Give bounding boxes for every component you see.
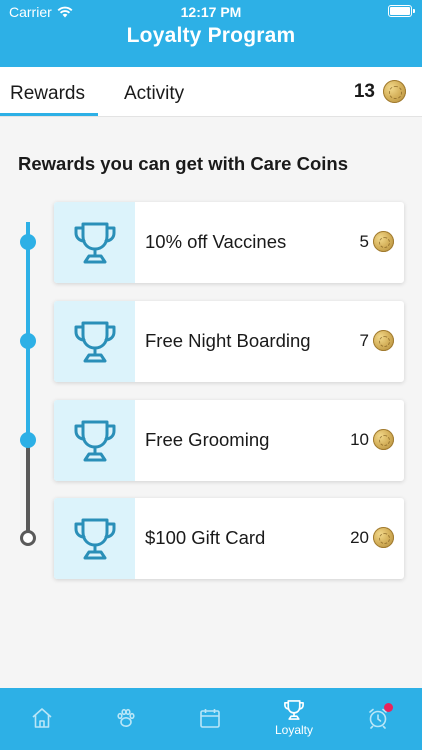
status-bar: Carrier 12:17 PM [0, 0, 422, 24]
battery-icon [388, 5, 415, 17]
section-title: Rewards you can get with Care Coins [18, 153, 348, 174]
home-icon [32, 708, 52, 728]
coin-icon [373, 231, 394, 252]
reward-card[interactable]: Free Grooming 10 [54, 400, 404, 481]
nav-loyalty-label: Loyalty [274, 723, 314, 737]
coin-icon [373, 330, 394, 351]
timeline-dot-pending [20, 530, 36, 546]
reward-cost: 20 [350, 527, 394, 548]
tab-activity[interactable]: Activity [124, 83, 184, 105]
trophy-icon [74, 222, 115, 263]
reward-icon-box [54, 301, 135, 382]
timeline-dot [20, 234, 36, 250]
coin-icon [383, 80, 406, 103]
nav-pets[interactable] [84, 688, 168, 750]
coin-icon [373, 429, 394, 450]
reward-label: 10% off Vaccines [145, 231, 287, 252]
reward-label: $100 Gift Card [145, 527, 266, 548]
trophy-icon [284, 700, 304, 720]
reward-icon-box [54, 400, 135, 481]
timeline-segment [26, 442, 30, 538]
trophy-icon [74, 420, 115, 461]
reward-card[interactable]: $100 Gift Card 20 [54, 498, 404, 579]
tab-rewards[interactable]: Rewards [10, 83, 85, 105]
nav-reminders[interactable] [336, 688, 420, 750]
reward-cost-value: 20 [350, 527, 369, 547]
reward-card[interactable]: 10% off Vaccines 5 [54, 202, 404, 283]
active-tab-indicator [0, 113, 98, 116]
timeline-dot [20, 333, 36, 349]
reward-cost: 7 [360, 330, 394, 351]
reward-cost-value: 7 [359, 330, 369, 350]
paw-icon [117, 708, 135, 727]
bottom-nav: Loyalty [0, 688, 422, 750]
notification-badge [384, 703, 393, 712]
reward-cost-value: 10 [350, 429, 369, 449]
coin-icon [373, 527, 394, 548]
reward-card[interactable]: Free Night Boarding 7 [54, 301, 404, 382]
reward-cost: 5 [360, 231, 394, 252]
reward-icon-box [54, 202, 135, 283]
reward-cost: 10 [350, 429, 394, 450]
trophy-icon [74, 321, 115, 362]
tab-bar: Rewards Activity 13 [0, 67, 422, 117]
nav-calendar[interactable] [168, 688, 252, 750]
coin-balance: 13 [354, 80, 406, 103]
timeline-dot [20, 432, 36, 448]
app-header: Carrier 12:17 PM Loyalty Program [0, 0, 422, 67]
trophy-icon [74, 518, 115, 559]
nav-loyalty[interactable]: Loyalty [252, 688, 336, 750]
page-title: Loyalty Program [126, 24, 296, 47]
reward-label: Free Night Boarding [145, 330, 311, 351]
reward-cost-value: 5 [359, 231, 369, 251]
status-time: 12:17 PM [180, 4, 242, 20]
calendar-icon [200, 709, 220, 728]
timeline-segment [26, 222, 30, 442]
coin-balance-value: 13 [353, 80, 375, 102]
reward-icon-box [54, 498, 135, 579]
nav-home[interactable] [0, 688, 84, 750]
reward-label: Free Grooming [145, 429, 270, 450]
